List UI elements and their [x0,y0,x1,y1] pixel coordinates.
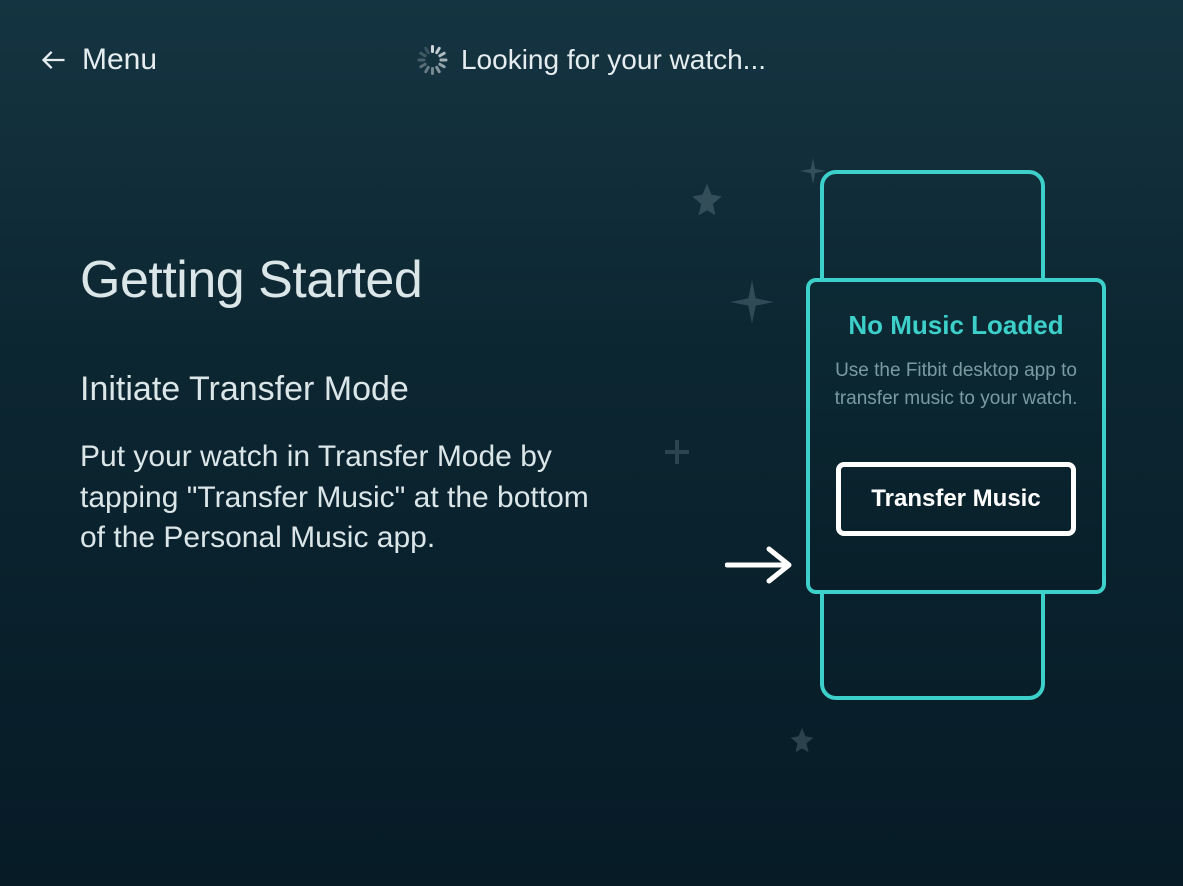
star-icon [785,725,819,759]
instructions-panel: Getting Started Initiate Transfer Mode P… [0,250,620,559]
watch-illustration-panel: No Music Loaded Use the Fitbit desktop a… [620,250,1183,559]
pointer-arrow-icon [725,545,797,585]
status-text: Looking for your watch... [461,44,766,76]
watch-screen-title: No Music Loaded [828,310,1084,341]
back-menu-button[interactable]: Menu [40,43,157,77]
section-subheading: Initiate Transfer Mode [80,370,600,409]
plus-icon [665,440,689,464]
sparkle-icon [730,280,774,324]
menu-label: Menu [82,43,157,77]
star-icon [685,180,729,224]
instruction-text: Put your watch in Transfer Mode by tappi… [80,437,600,559]
watch-screen-body: Use the Fitbit desktop app to transfer m… [828,357,1084,412]
content-area: Getting Started Initiate Transfer Mode P… [0,90,1183,559]
app-header: Menu Looking for your watch... [0,0,1183,90]
status-indicator: Looking for your watch... [417,44,766,76]
watch-body-outline: No Music Loaded Use the Fitbit desktop a… [820,170,1045,700]
watch-screen: No Music Loaded Use the Fitbit desktop a… [806,278,1106,594]
page-title: Getting Started [80,250,600,310]
loading-spinner-icon [417,45,447,75]
transfer-music-button: Transfer Music [836,462,1076,536]
watch-illustration: No Music Loaded Use the Fitbit desktop a… [820,170,1045,700]
back-arrow-icon [40,46,68,74]
